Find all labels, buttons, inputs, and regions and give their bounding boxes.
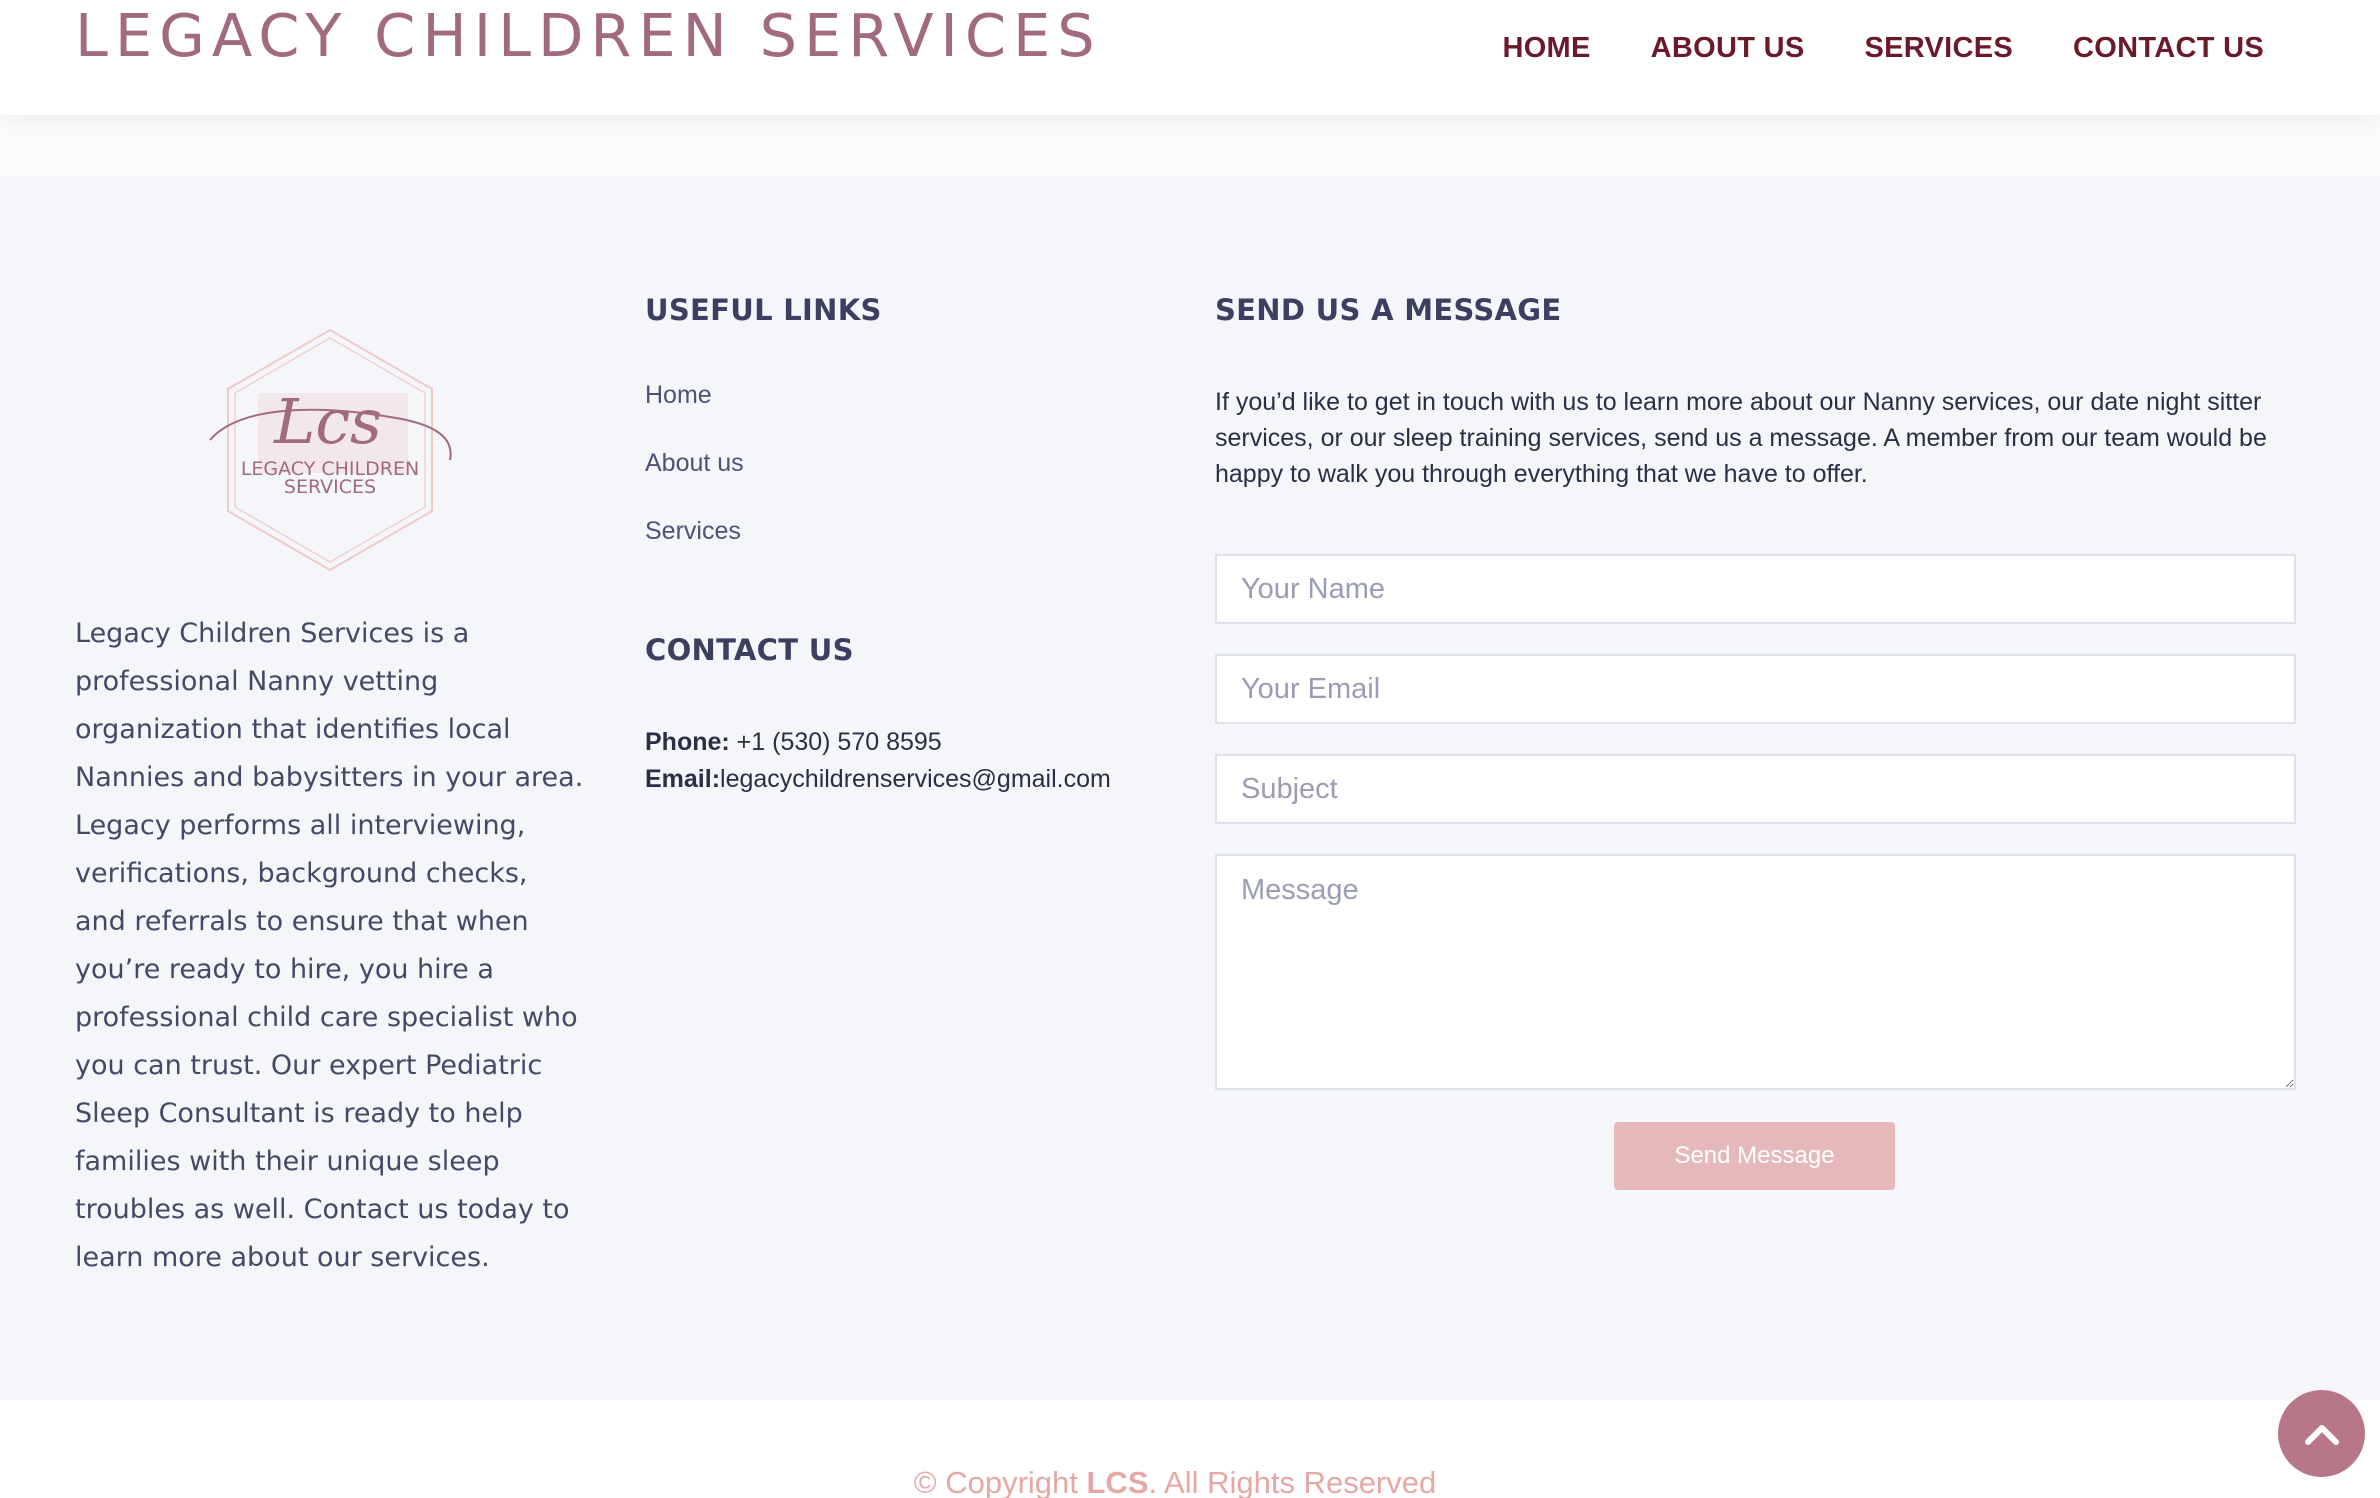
email-input[interactable] [1215,654,2296,724]
email-line: Email:legacychildrenservices@gmail.com [645,761,1111,798]
email-label: Email: [645,765,721,793]
logo-text-line2: SERVICES [284,476,376,498]
list-item: Home [645,381,744,449]
copyright-suffix: . All Rights Reserved [1148,1465,1437,1498]
about-description: Legacy Children Services is a profession… [75,618,584,1273]
nav-services[interactable]: SERVICES [1865,28,2014,68]
useful-links-title: USEFUL LINKS [645,293,882,327]
back-to-top-button[interactable] [2278,1390,2365,1477]
phone-number[interactable]: +1 (530) 570 8595 [737,728,942,756]
email-address[interactable]: legacychildrenservices@gmail.com [720,765,1111,793]
nav-about-us[interactable]: ABOUT US [1651,28,1805,68]
footer-link-services[interactable]: Services [645,517,741,545]
contact-details: Phone: +1 (530) 570 8595 Email:legacychi… [645,724,1111,798]
site-header: LEGACY CHILDREN SERVICES HOME ABOUT US S… [0,0,2380,115]
copyright-prefix: © Copyright [913,1465,1087,1498]
list-item: About us [645,449,744,517]
footer-link-home[interactable]: Home [645,381,712,409]
message-title: SEND US A MESSAGE [1215,293,1562,327]
site-brand[interactable]: LEGACY CHILDREN SERVICES [75,3,1102,69]
copyright-text: © Copyright LCS. All Rights Reserved [0,1465,2350,1498]
useful-links-list: Home About us Services [645,381,744,585]
name-input[interactable] [1215,554,2296,624]
message-textarea[interactable] [1215,854,2296,1090]
header-spacer [0,115,2380,175]
copyright-brand: LCS [1086,1465,1149,1498]
nav-contact-us[interactable]: CONTACT US [2073,28,2264,68]
chevron-up-icon [2304,1424,2339,1445]
phone-line: Phone: +1 (530) 570 8595 [645,724,1111,761]
phone-label: Phone: [645,728,730,756]
footer-link-about-us[interactable]: About us [645,449,744,477]
main-nav: HOME ABOUT US SERVICES CONTACT US [1502,28,2264,68]
lcs-logo: Lcs LEGACY CHILDREN SERVICES [209,328,452,572]
logo-monogram: Lcs [273,385,382,458]
contact-title: CONTACT US [645,633,854,667]
message-intro: If you’d like to get in touch with us to… [1215,388,2267,488]
send-message-button[interactable]: Send Message [1614,1122,1895,1190]
nav-home[interactable]: HOME [1502,28,1590,68]
list-item: Services [645,517,744,585]
copyright-bar: © Copyright LCS. All Rights Reserved [0,1400,2380,1498]
subject-input[interactable] [1215,754,2296,824]
